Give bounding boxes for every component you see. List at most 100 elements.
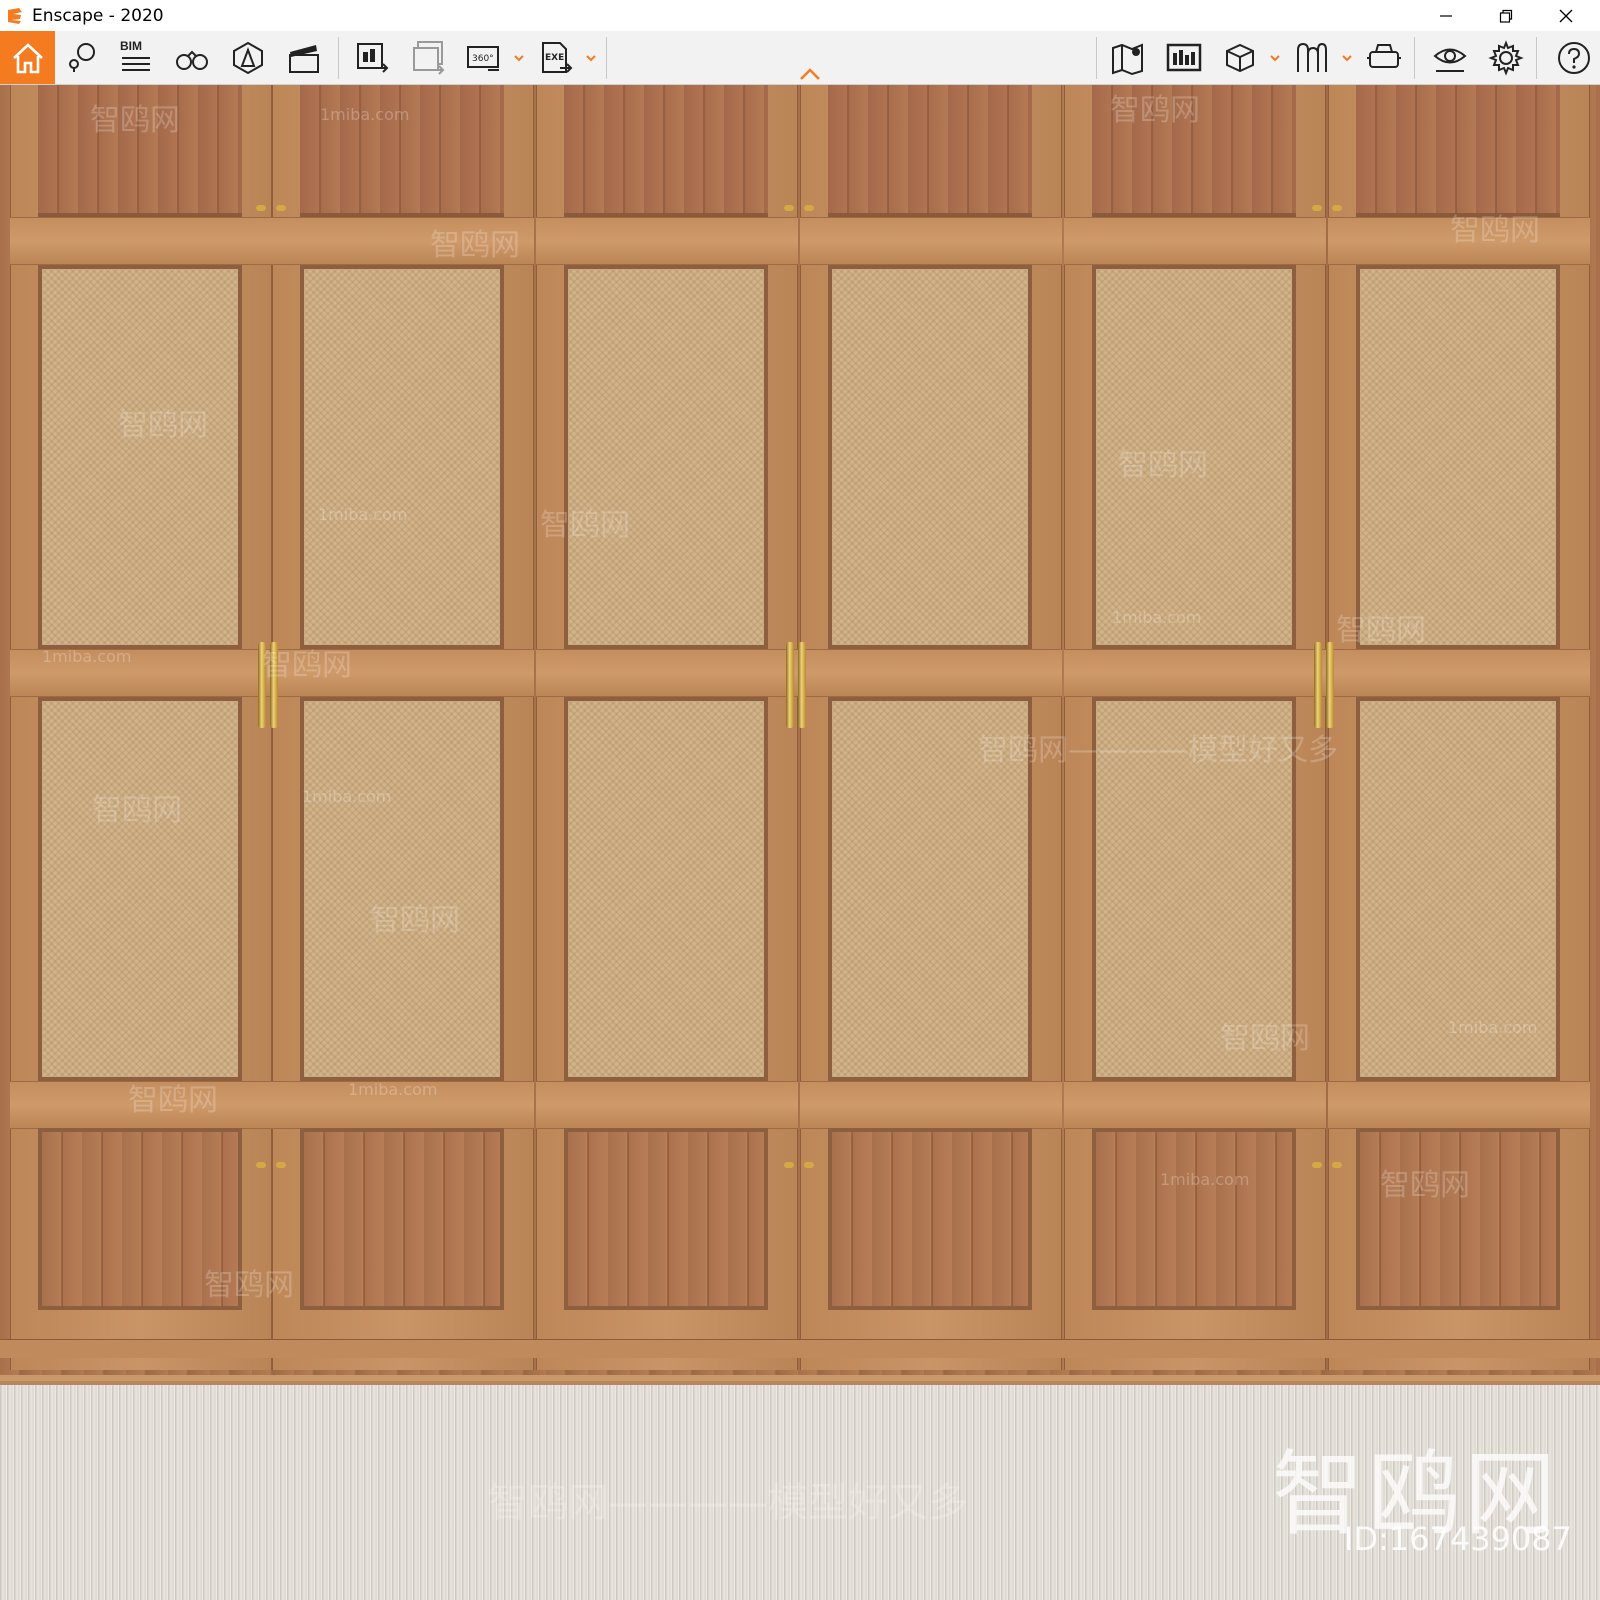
rattan-panel	[38, 697, 242, 1081]
light-view-button[interactable]	[226, 36, 270, 80]
collapse-toolbar-chevron-up-icon[interactable]	[798, 67, 822, 81]
settings-icon	[1488, 40, 1524, 76]
watermark-text: 智鸥网	[1336, 613, 1426, 648]
wardrobe-door	[536, 85, 798, 1370]
svg-text:360°: 360°	[472, 54, 494, 64]
place-marker-button[interactable]	[60, 36, 104, 80]
door-bottom-panel	[300, 1128, 504, 1310]
render-image-button[interactable]	[350, 36, 394, 80]
door-top-panel	[1356, 85, 1560, 217]
video-editor-button[interactable]	[282, 36, 326, 80]
home-icon	[12, 42, 43, 73]
chevron-down-icon[interactable]	[584, 51, 598, 65]
knob	[276, 1162, 286, 1168]
map-button[interactable]	[1106, 36, 1150, 80]
watermark-url: 1miba.com	[348, 1080, 438, 1099]
knob	[276, 205, 286, 211]
asset-library-icon	[1226, 43, 1254, 73]
knob	[804, 205, 814, 211]
render-image-icon	[357, 43, 389, 73]
views-management-icon	[1166, 43, 1202, 72]
knob	[256, 1162, 266, 1168]
watermark-text: 智鸥网	[262, 648, 352, 683]
render-360-icon: 360°	[467, 46, 499, 71]
watermark-text: 智鸥网	[1450, 213, 1540, 248]
wardrobe-door	[272, 85, 534, 1370]
watermark-url: 1miba.com	[42, 647, 132, 666]
export-exe-button[interactable]: EXE	[534, 36, 578, 80]
toolbar-separator	[1096, 37, 1097, 79]
rattan-panel	[300, 265, 504, 649]
visual-settings-button[interactable]	[1428, 36, 1472, 80]
knob	[256, 205, 266, 211]
knob	[1312, 205, 1322, 211]
watermark-slogan: 智鸥网————模型好又多	[488, 1480, 968, 1526]
material-editor-button[interactable]	[1290, 36, 1334, 80]
batch-render-button[interactable]	[406, 36, 450, 80]
knob	[804, 1162, 814, 1168]
chevron-down-icon[interactable]	[1268, 51, 1282, 65]
toolbar-separator	[1414, 37, 1415, 79]
close-icon	[1559, 9, 1573, 22]
knob	[1312, 1162, 1322, 1168]
watermark-id: ID:167439087	[1343, 1520, 1572, 1558]
bim-label: BIM	[120, 39, 142, 53]
watermark-url: 1miba.com	[1112, 608, 1202, 627]
watermark-url: 1miba.com	[320, 105, 410, 124]
watermark-url: 1miba.com	[1448, 1018, 1538, 1037]
help-icon	[1558, 42, 1590, 74]
watermark-text: 智鸥网	[1220, 1021, 1310, 1056]
video-editor-icon	[289, 45, 319, 73]
vr-headset-button[interactable]	[1362, 36, 1406, 80]
chevron-down-icon[interactable]	[1340, 51, 1354, 65]
watermark-text: 智鸥网	[92, 793, 182, 828]
restore-button[interactable]	[1476, 0, 1536, 31]
watermark-text: 智鸥网	[430, 228, 520, 263]
watermark-text: 智鸥网	[1380, 1168, 1470, 1203]
asset-library-button[interactable]	[1218, 36, 1262, 80]
watermark-text: 智鸥网	[118, 408, 208, 443]
close-button[interactable]	[1536, 0, 1596, 31]
svg-text:EXE: EXE	[545, 53, 564, 63]
watermark-text: 智鸥网	[370, 903, 460, 938]
watermark-text: 智鸥网	[90, 103, 180, 138]
wardrobe-plinth	[0, 1339, 1600, 1358]
settings-button[interactable]	[1484, 36, 1528, 80]
door-top-panel	[564, 85, 768, 217]
brass-handle	[786, 642, 794, 728]
watermark-text: 智鸥网	[1118, 448, 1208, 483]
minimize-icon	[1440, 14, 1452, 17]
knob	[1332, 1162, 1342, 1168]
watermark-url: 1miba.com	[318, 505, 408, 524]
views-management-button[interactable]	[1162, 36, 1206, 80]
vr-headset-icon	[1367, 44, 1401, 68]
walk-mode-button[interactable]	[170, 36, 214, 80]
home-button[interactable]	[0, 31, 55, 84]
chevron-down-icon[interactable]	[512, 51, 526, 65]
place-marker-icon	[69, 43, 95, 72]
batch-render-icon	[413, 41, 445, 75]
brass-handle	[798, 642, 806, 728]
toolbar-separator	[338, 37, 339, 79]
enscape-logo-icon	[8, 8, 22, 24]
rattan-panel	[564, 697, 768, 1081]
render-viewport[interactable]: 智鸥网 1miba.com 智鸥网 智鸥网 智鸥网 智鸥网 1miba.com …	[0, 85, 1600, 1600]
door-bottom-panel	[564, 1128, 768, 1310]
watermark-text: 智鸥网	[1110, 93, 1200, 128]
minimize-button[interactable]	[1416, 0, 1476, 31]
render-360-button[interactable]: 360°	[462, 36, 506, 80]
rattan-panel	[300, 697, 504, 1081]
rattan-panel	[1356, 265, 1560, 649]
watermark-slogan: 智鸥网————模型好又多	[978, 733, 1338, 768]
light-view-icon	[233, 41, 263, 75]
watermark-text: 智鸥网	[540, 508, 630, 543]
watermark-url: 1miba.com	[302, 787, 392, 806]
knob	[784, 1162, 794, 1168]
brass-handle	[1314, 642, 1322, 728]
main-toolbar: BIM 360° EXE	[0, 31, 1600, 85]
help-button[interactable]	[1552, 36, 1596, 80]
watermark-text: 智鸥网	[128, 1083, 218, 1118]
visual-settings-icon	[1433, 48, 1467, 72]
title-bar: Enscape - 2020	[0, 0, 1600, 31]
watermark-url: 1miba.com	[1160, 1170, 1250, 1189]
